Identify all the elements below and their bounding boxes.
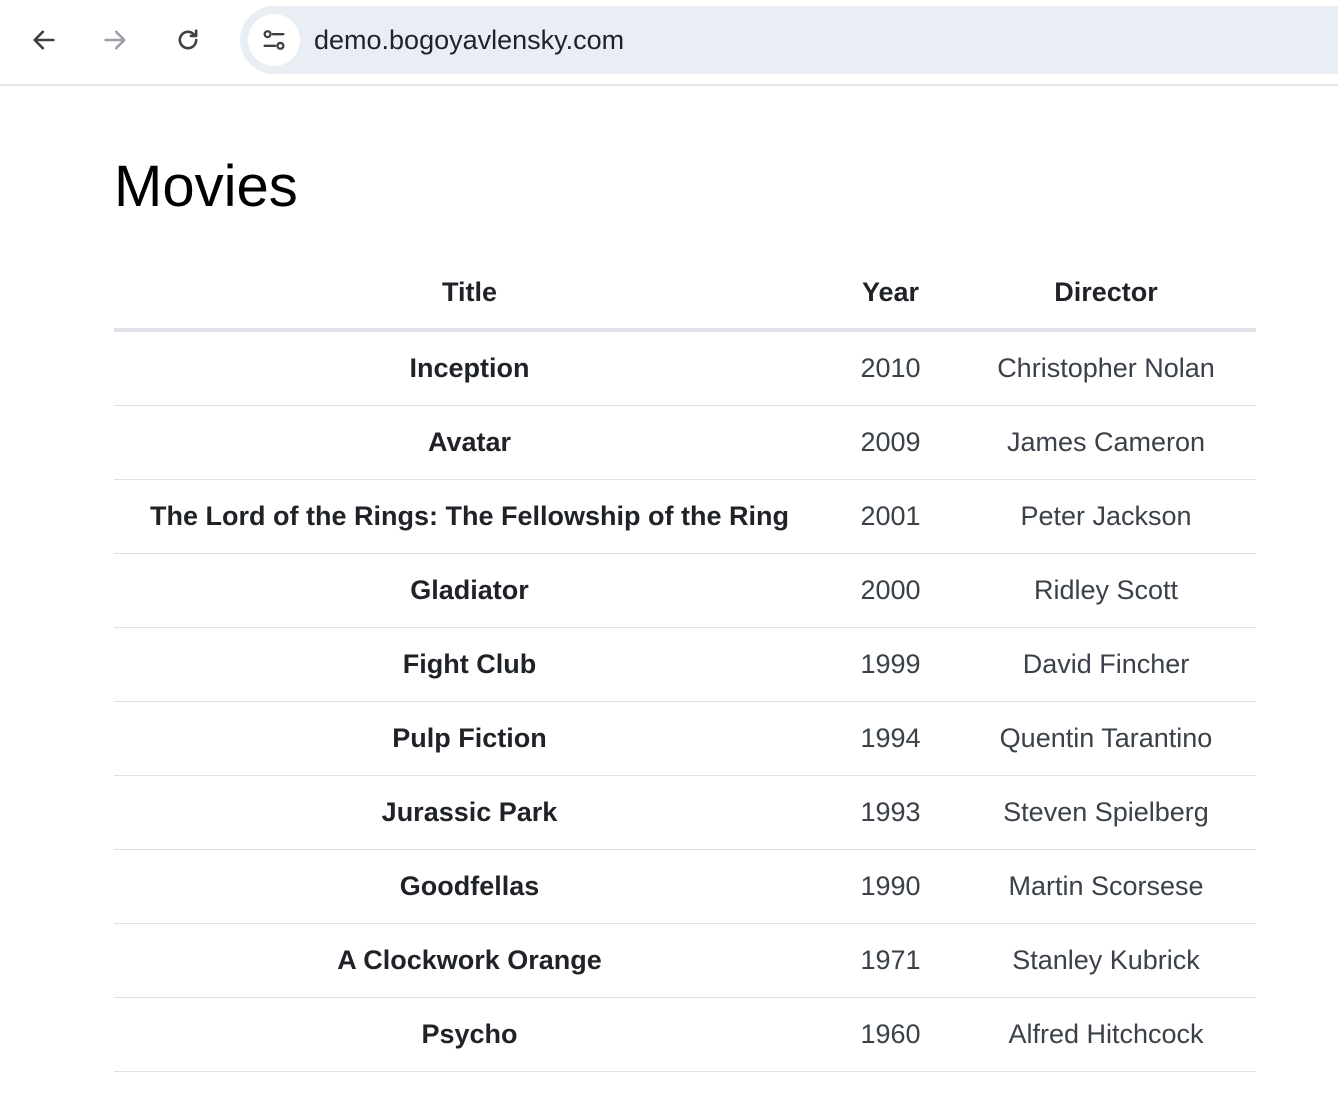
table-row: Avatar 2009 James Cameron — [114, 405, 1256, 480]
column-header-year: Year — [825, 256, 956, 332]
column-header-director: Director — [956, 256, 1256, 332]
arrow-right-icon — [104, 30, 126, 50]
movie-title-cell: Fight Club — [114, 627, 825, 702]
movies-table: Title Year Director Inception 2010 Chris… — [114, 256, 1256, 1072]
movie-year-cell: 1993 — [825, 775, 956, 850]
site-info-button[interactable] — [248, 14, 300, 66]
table-row: Fight Club 1999 David Fincher — [114, 627, 1256, 702]
table-row: Gladiator 2000 Ridley Scott — [114, 553, 1256, 628]
movie-year-cell: 1971 — [825, 923, 956, 998]
movie-director-cell: Stanley Kubrick — [956, 923, 1256, 998]
movie-director-cell: David Fincher — [956, 627, 1256, 702]
url-text[interactable]: demo.bogoyavlensky.com — [314, 6, 624, 74]
movie-year-cell: 1960 — [825, 997, 956, 1072]
table-row: Goodfellas 1990 Martin Scorsese — [114, 849, 1256, 924]
movie-director-cell: Steven Spielberg — [956, 775, 1256, 850]
tune-icon — [263, 30, 285, 50]
table-row: The Lord of the Rings: The Fellowship of… — [114, 479, 1256, 554]
address-bar[interactable]: demo.bogoyavlensky.com — [240, 6, 1338, 74]
arrow-left-icon — [33, 30, 55, 50]
column-header-title: Title — [114, 256, 825, 332]
movie-title-cell: Jurassic Park — [114, 775, 825, 850]
movie-director-cell: Christopher Nolan — [956, 330, 1256, 406]
table-row: Psycho 1960 Alfred Hitchcock — [114, 997, 1256, 1072]
movie-year-cell: 1999 — [825, 627, 956, 702]
table-header-row: Title Year Director — [114, 256, 1256, 332]
movie-director-cell: Quentin Tarantino — [956, 701, 1256, 776]
browser-toolbar: demo.bogoyavlensky.com — [0, 0, 1338, 86]
movie-year-cell: 2010 — [825, 330, 956, 406]
reload-icon — [178, 29, 198, 50]
table-row: Pulp Fiction 1994 Quentin Tarantino — [114, 701, 1256, 776]
movie-title-cell: Pulp Fiction — [114, 701, 825, 776]
table-row: A Clockwork Orange 1971 Stanley Kubrick — [114, 923, 1256, 998]
movie-year-cell: 2009 — [825, 405, 956, 480]
table-row: Jurassic Park 1993 Steven Spielberg — [114, 775, 1256, 850]
movie-title-cell: Goodfellas — [114, 849, 825, 924]
movie-title-cell: Gladiator — [114, 553, 825, 628]
movie-director-cell: James Cameron — [956, 405, 1256, 480]
forward-button[interactable] — [93, 18, 137, 62]
movie-title-cell: A Clockwork Orange — [114, 923, 825, 998]
movie-director-cell: Alfred Hitchcock — [956, 997, 1256, 1072]
reload-button[interactable] — [166, 18, 210, 62]
movie-year-cell: 2001 — [825, 479, 956, 554]
movie-title-cell: Inception — [114, 330, 825, 406]
movie-year-cell: 1990 — [825, 849, 956, 924]
movie-year-cell: 1994 — [825, 701, 956, 776]
movie-title-cell: Psycho — [114, 997, 825, 1072]
table-row: Inception 2010 Christopher Nolan — [114, 330, 1256, 406]
movie-director-cell: Peter Jackson — [956, 479, 1256, 554]
movie-year-cell: 2000 — [825, 553, 956, 628]
movie-director-cell: Martin Scorsese — [956, 849, 1256, 924]
movie-director-cell: Ridley Scott — [956, 553, 1256, 628]
page-title: Movies — [114, 154, 298, 219]
movie-title-cell: Avatar — [114, 405, 825, 480]
movie-title-cell: The Lord of the Rings: The Fellowship of… — [114, 479, 825, 554]
back-button[interactable] — [22, 18, 66, 62]
